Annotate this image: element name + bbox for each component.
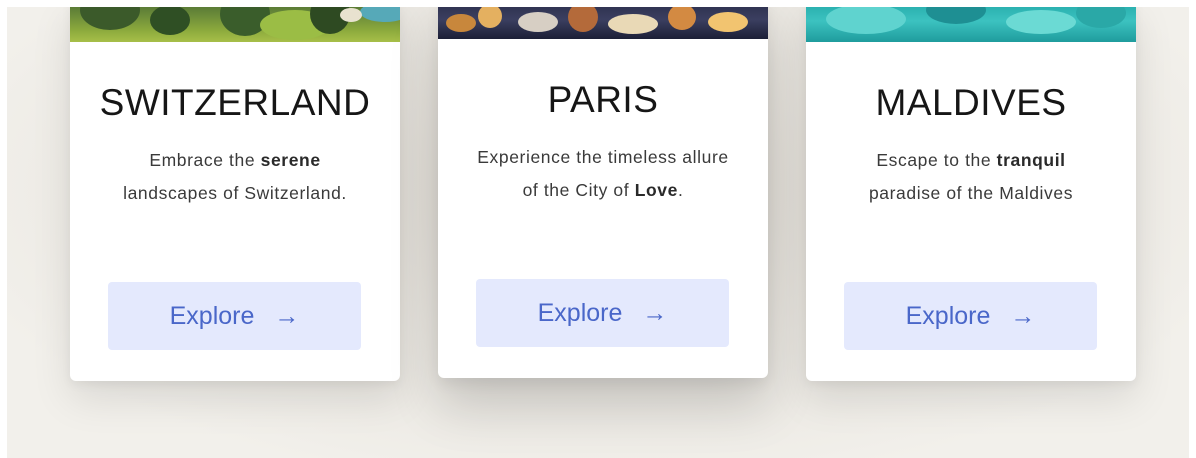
explore-button-switzerland[interactable]: Explore → [108, 282, 361, 350]
card-description: Embrace the serene landscapes of Switzer… [123, 150, 347, 203]
arrow-right-icon: → [642, 298, 668, 327]
explore-button-paris[interactable]: Explore → [476, 279, 729, 347]
emphasis-text: serene [260, 150, 321, 170]
emphasis-text: Love [634, 180, 678, 200]
button-label: Explore [169, 301, 255, 330]
page-background: SWITZERLAND Embrace the serene landscape… [7, 7, 1189, 458]
card-title: PARIS [547, 79, 659, 120]
button-label: Explore [905, 301, 991, 330]
card-title: SWITZERLAND [99, 82, 371, 123]
destination-card-switzerland: SWITZERLAND Embrace the serene landscape… [70, 7, 400, 381]
switzerland-photo [70, 7, 400, 42]
button-label: Explore [537, 298, 623, 327]
paris-photo [438, 7, 768, 39]
destination-card-paris: PARIS Experience the timeless allure of … [438, 7, 768, 378]
destination-card-maldives: MALDIVES Escape to the tranquil paradise… [806, 7, 1136, 381]
arrow-right-icon: → [1010, 301, 1036, 330]
explore-button-maldives[interactable]: Explore → [844, 282, 1097, 350]
card-description: Experience the timeless allure of the Ci… [477, 147, 729, 200]
maldives-photo [806, 7, 1136, 42]
arrow-right-icon: → [274, 301, 300, 330]
card-title: MALDIVES [875, 82, 1067, 123]
emphasis-text: tranquil [996, 150, 1066, 170]
card-description: Escape to the tranquil paradise of the M… [868, 150, 1074, 203]
